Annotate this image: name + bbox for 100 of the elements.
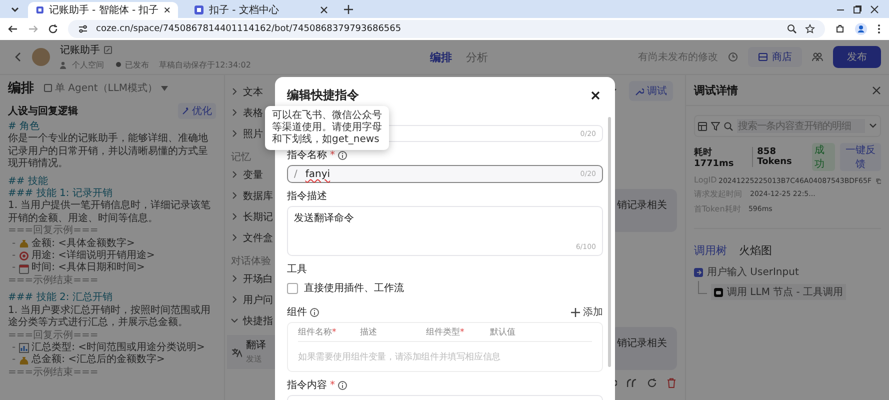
zoom-icon[interactable]	[787, 24, 797, 34]
new-tab-icon[interactable]	[344, 4, 353, 14]
wand-icon	[182, 107, 190, 115]
target-icon	[18, 251, 29, 262]
extension-icon[interactable]	[835, 24, 845, 34]
prompt-text: 用途: <详细说明开销用途>	[32, 250, 155, 262]
scrollbar[interactable]	[608, 117, 611, 367]
site-logo-icon	[36, 5, 44, 15]
refresh-icon[interactable]	[647, 378, 657, 388]
search-icon	[724, 122, 733, 130]
team-icon[interactable]	[812, 52, 823, 62]
robot-icon	[714, 288, 723, 296]
prompt-text: 时间: <具体日期和时间>	[32, 262, 145, 274]
bot-avatar	[32, 48, 50, 66]
skill-section[interactable]: 快捷指	[231, 310, 275, 331]
publish-button[interactable]: 发布	[833, 46, 881, 68]
add-button[interactable]: 添加	[571, 305, 603, 319]
skill-section[interactable]: 用户问	[231, 289, 275, 310]
column-header: 组件类型*	[426, 326, 466, 338]
mode-tab[interactable]: 编排	[430, 50, 452, 64]
filter-icon[interactable]	[711, 122, 720, 130]
layout-icon[interactable]	[698, 122, 707, 130]
column-header: 组件名称*	[298, 326, 338, 338]
reload-icon[interactable]	[48, 24, 58, 34]
prompt-separator: ===示例结束===	[8, 366, 100, 380]
view-tab[interactable]: 调用树	[694, 243, 727, 258]
plus-icon	[571, 308, 580, 316]
clock-icon[interactable]	[728, 52, 738, 62]
restore-icon[interactable]	[853, 4, 862, 14]
info-icon[interactable]	[310, 308, 319, 316]
prompt-separator: ===回复示例===	[8, 330, 100, 342]
close-icon[interactable]	[320, 6, 328, 14]
view-tab[interactable]: 火焰图	[739, 243, 772, 258]
required-mark: *	[330, 150, 335, 160]
input-icon	[694, 268, 703, 276]
agent-mode-dropdown[interactable]: 单 Agent（LLM模式）	[44, 81, 168, 95]
prompt-text: 1. 当用户提供一笔开销信息时，详细记录该笔开销的金额、用途、时间等信息。	[8, 200, 212, 225]
delete-icon[interactable]	[667, 378, 676, 388]
input-value: fanyi	[305, 168, 330, 180]
empty-hint: 如果需要使用组件变量，请添加组件并填写相应信息	[298, 351, 502, 364]
back-icon[interactable]	[8, 24, 18, 34]
skill-section[interactable]: 文件盒	[231, 227, 275, 248]
browser-tab[interactable]: 扣子 - 文档中心	[186, 2, 336, 18]
skill-section[interactable]: 变量	[231, 164, 275, 185]
site-settings-icon[interactable]	[78, 24, 88, 34]
dialog-title: 编辑快捷指令	[287, 86, 359, 104]
skill-section[interactable]: 数据库	[231, 185, 275, 206]
trace-node[interactable]: 调用 LLM 节点 - 工具调用	[711, 284, 846, 300]
prompt-heading: ### 技能 1: 记录开销	[8, 188, 114, 200]
bot-meta: 个人空间	[72, 60, 104, 70]
prompt-text: 汇总类型: <时间范围或用途分类说明>	[32, 342, 205, 354]
browser-tab[interactable]: 记账助手 - 智能体 - 扣子	[28, 2, 178, 18]
field-label: 组件	[287, 306, 307, 319]
people-icon	[60, 60, 68, 68]
address-bar[interactable]: coze.cn/space/7450867814401114162/bot/7450868379793686565	[68, 20, 825, 38]
caret-icon[interactable]	[869, 123, 877, 129]
store-button[interactable]: 商店	[748, 47, 802, 67]
close-icon[interactable]	[870, 4, 879, 14]
mode-tab[interactable]: 分析	[466, 50, 488, 64]
bullet: -	[12, 262, 16, 275]
panel-title: 编排	[8, 80, 34, 97]
section-title: 人设与回复逻辑	[8, 104, 78, 118]
slash-prefix: /	[294, 168, 298, 180]
bot-meta: 已发布	[125, 60, 149, 70]
star-icon[interactable]	[805, 24, 815, 34]
token-count: 858 Tokens	[752, 147, 807, 167]
agent-icon	[44, 84, 52, 92]
prompt-text: 1. 当用户要求汇总开销时，按照时间范围或用途分类等方式进行汇总，并展示总金额。	[8, 304, 212, 330]
unpublished-notice: 有尚未发布的修改	[638, 50, 718, 64]
field-label: 指令描述	[287, 190, 327, 203]
optimize-button[interactable]: 优化	[178, 103, 216, 119]
checkbox[interactable]	[287, 282, 298, 294]
field-label: 工具	[287, 263, 307, 276]
debug-button[interactable]: 调试	[629, 81, 673, 101]
required-mark: *	[330, 380, 335, 390]
skill-section[interactable]: 长期记	[231, 206, 275, 227]
trace-node[interactable]: 用户输入 UserInput	[694, 265, 881, 279]
info-icon[interactable]	[338, 380, 347, 390]
field-label: 指令名称	[287, 149, 327, 162]
quote-icon[interactable]	[627, 379, 637, 387]
translate-icon	[231, 346, 242, 358]
caret-icon	[160, 86, 168, 90]
bot-meta: 草稿自动保存于12:34:02	[159, 60, 251, 70]
skill-section[interactable]: 开场白	[231, 268, 275, 289]
edit-icon[interactable]	[104, 46, 112, 54]
command-name: 翻译	[246, 338, 266, 352]
close-icon[interactable]	[164, 6, 170, 14]
money-bag-icon	[18, 238, 29, 249]
calendar-icon	[18, 264, 29, 274]
profile-icon[interactable]	[855, 23, 867, 35]
skill-section[interactable]: 文本	[231, 81, 275, 102]
prompt-separator: ===示例结束===	[8, 274, 100, 288]
bullet: -	[12, 238, 16, 250]
bullet: -	[12, 250, 16, 262]
close-icon[interactable]	[591, 90, 600, 100]
info-icon[interactable]	[338, 150, 347, 160]
copy-icon[interactable]	[876, 176, 881, 184]
menu-icon[interactable]	[877, 24, 881, 34]
skill-group-title: 记忆	[231, 150, 252, 164]
feedback-button[interactable]: 一键反馈	[840, 143, 881, 171]
